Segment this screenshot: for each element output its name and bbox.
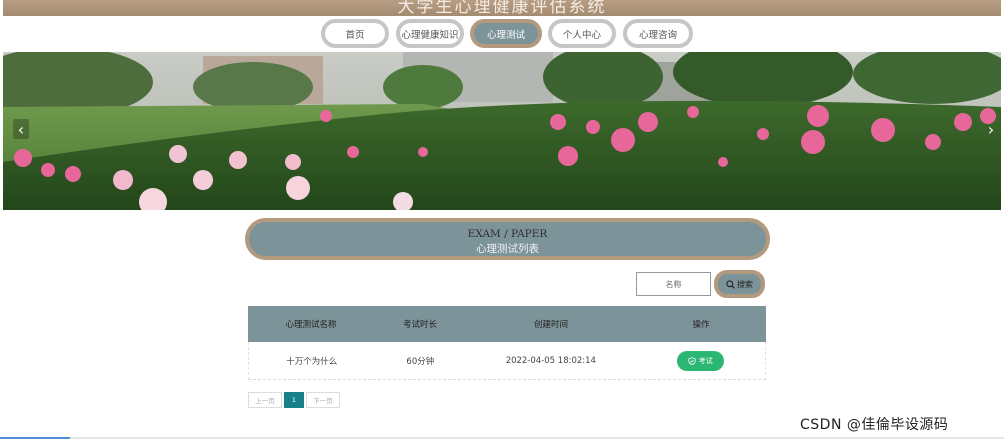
nav-home[interactable]: 首页 [321, 19, 389, 48]
page-load-track [0, 437, 1004, 439]
nav-psych-consult[interactable]: 心理咨询 [623, 19, 693, 48]
shield-check-icon [688, 356, 696, 365]
header-duration: 考试时长 [402, 320, 437, 330]
search-icon [726, 279, 735, 289]
section-title-cn: 心理测试列表 [476, 243, 539, 255]
watermark: CSDN @佳倫毕设源码 [800, 417, 949, 433]
header-action: 操作 [692, 320, 710, 330]
cell-created-time: 2022-04-05 18:02:14 [505, 355, 596, 366]
main-nav: 首页 心理健康知识 心理测试 个人中心 心理咨询 [0, 19, 1004, 49]
table-row: 十万个为什么 60分钟 2022-04-05 18:02:14 考试 [248, 342, 766, 380]
banner-image [3, 52, 1001, 210]
cell-action: 考试 [636, 350, 766, 371]
nav-psych-test[interactable]: 心理测试 [470, 19, 542, 48]
cell-test-name: 十万个为什么 [286, 356, 338, 367]
take-exam-button[interactable]: 考试 [676, 350, 724, 371]
section-title-en: EXAM / PAPER [467, 228, 548, 240]
banner-next-arrow-icon[interactable]: › [983, 119, 999, 139]
search-button-label: 搜索 [737, 279, 753, 289]
pagination-prev-button[interactable]: 上一页 [248, 392, 282, 408]
banner-carousel[interactable]: ‹ › [3, 52, 1001, 210]
take-exam-label: 考试 [698, 356, 713, 365]
page-load-indicator [0, 437, 70, 439]
search-name-input[interactable] [636, 272, 711, 296]
pagination-page-1[interactable]: 1 [284, 392, 304, 408]
pagination-next-button[interactable]: 下一页 [306, 392, 340, 408]
exam-table: 心理测试名称 考试时长 创建时间 操作 十万个为什么 60分钟 2022-04-… [248, 306, 766, 380]
banner-prev-arrow-icon[interactable]: ‹ [13, 119, 29, 139]
search-button[interactable]: 搜索 [714, 270, 765, 298]
header-test-name: 心理测试名称 [285, 320, 337, 330]
section-header: EXAM / PAPER 心理测试列表 [245, 218, 770, 260]
header-created-time: 创建时间 [533, 320, 568, 330]
nav-personal-center[interactable]: 个人中心 [548, 19, 616, 48]
pagination: 上一页 1 下一页 [248, 392, 340, 408]
table-header: 心理测试名称 考试时长 创建时间 操作 [248, 306, 766, 342]
nav-mental-health-knowledge[interactable]: 心理健康知识 [396, 19, 464, 48]
top-bar: 大学生心理健康评估系统 [3, 0, 1001, 16]
cell-duration: 60分钟 [406, 356, 435, 367]
site-title: 大学生心理健康评估系统 [397, 0, 607, 16]
